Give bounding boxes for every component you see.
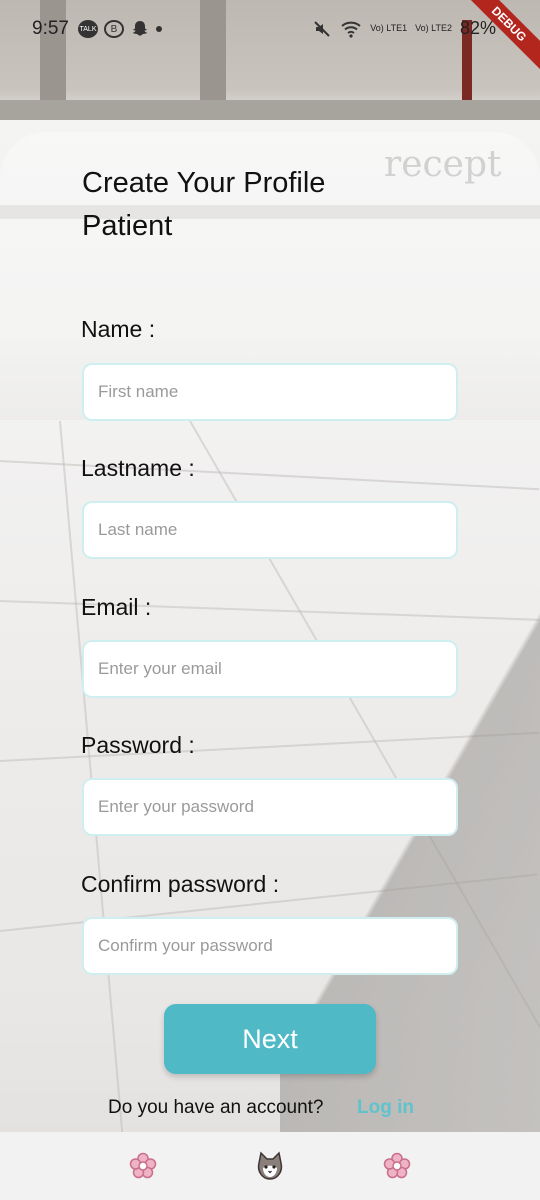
bottom-nav-item-left[interactable] [123, 1146, 163, 1186]
battery-level: 82% [459, 18, 496, 38]
status-notifications: TALK B [78, 19, 162, 39]
bottom-nav-item-right[interactable] [377, 1146, 417, 1186]
first-name-field[interactable] [82, 363, 458, 421]
status-system-icons: Vo) LTE1 Vo) LTE2 82% [312, 18, 496, 39]
first-name-input[interactable] [84, 365, 456, 419]
cat-icon [257, 1151, 283, 1180]
password-field[interactable] [82, 778, 458, 836]
last-name-input[interactable] [84, 503, 456, 557]
confirm-password-field[interactable] [82, 917, 458, 975]
email-field[interactable] [82, 640, 458, 698]
status-bar: 9:57 TALK B Vo) LTE1 Vo) LTE2 82% DEBUG [0, 0, 540, 78]
wifi-icon [341, 21, 361, 38]
flower-icon [383, 1152, 410, 1179]
bottom-nav [0, 1132, 540, 1200]
first-name-label: Name : [81, 316, 156, 342]
last-name-field[interactable] [82, 501, 458, 559]
password-input[interactable] [84, 780, 456, 834]
profile-card [0, 132, 540, 1132]
next-button[interactable]: Next [164, 1004, 376, 1074]
mute-icon [314, 20, 330, 37]
confirm-password-label: Confirm password : [81, 871, 280, 897]
login-link[interactable]: Log in [357, 1097, 414, 1119]
bottom-nav-item-center[interactable] [250, 1146, 290, 1186]
more-notifications-icon [156, 26, 162, 32]
password-label: Password : [81, 732, 195, 758]
ghost-icon [132, 21, 148, 36]
page-title: Create Your Profile Patient [82, 167, 326, 242]
account-question: Do you have an account? [108, 1097, 324, 1118]
email-label: Email : [81, 594, 152, 620]
lte2-signal-icon: Vo) LTE2 [415, 23, 452, 33]
confirm-password-input[interactable] [84, 919, 456, 973]
status-time: 9:57 [32, 18, 69, 39]
b-badge-icon: B [104, 20, 124, 38]
lte1-signal-icon: Vo) LTE1 [370, 23, 408, 33]
last-name-label: Lastname : [81, 455, 195, 481]
flower-icon [130, 1152, 157, 1179]
talk-icon: TALK [78, 20, 98, 38]
email-input[interactable] [84, 642, 456, 696]
